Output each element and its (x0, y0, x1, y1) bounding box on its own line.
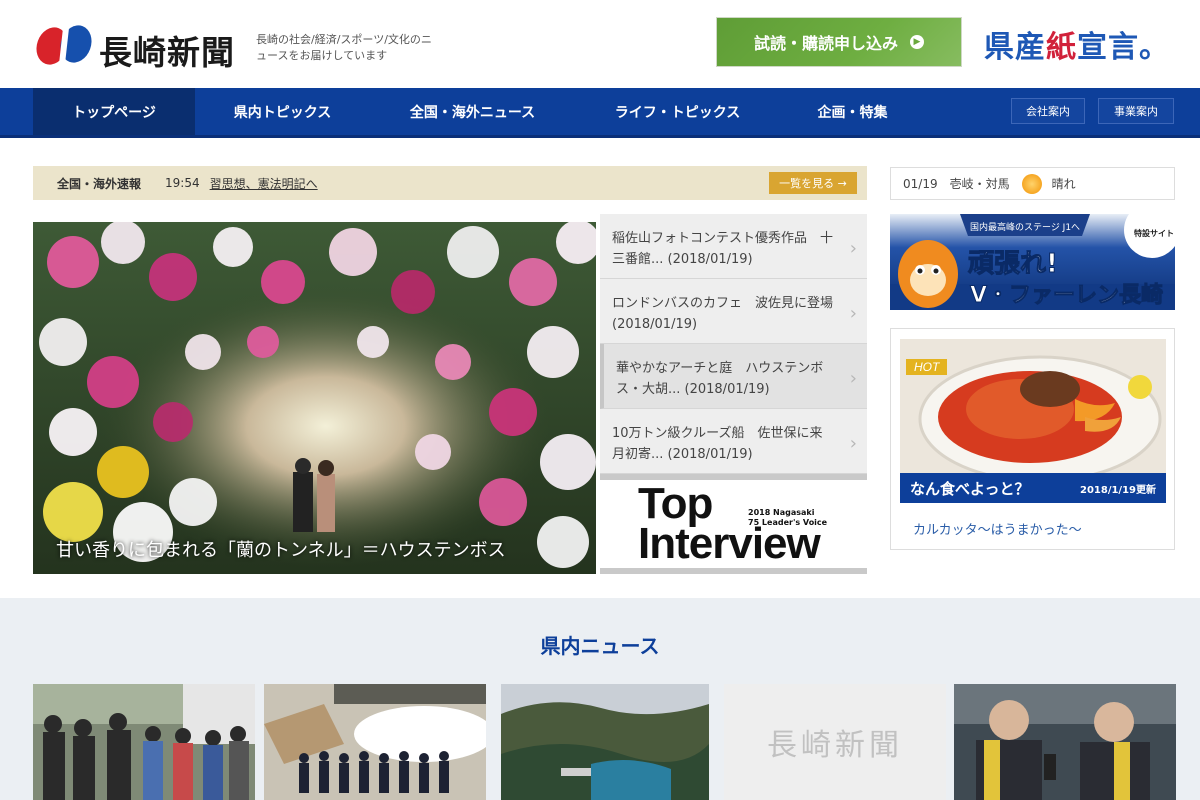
hot-feature-title-bar[interactable]: なん食べよっと？ 2018/1/19更新 (900, 473, 1166, 503)
nagasaki-shimbun-logo-icon[interactable] (33, 24, 95, 66)
breaking-news-time: 19:54 (165, 176, 200, 190)
weather-area: 壱岐・対馬 (949, 177, 1010, 191)
headline-list-item[interactable]: ロンドンバスのカフェ 波佐見に登場 (2018/01/19) › (600, 279, 867, 344)
news-thumbnail-placeholder[interactable]: 長崎新聞 (724, 684, 946, 800)
v-varen-top-text: 国内最高峰のステージ J1へ (970, 221, 1080, 233)
headline-title: 華やかなアーチと庭 ハウステンボス・大胡... (2018/01/19) (616, 361, 824, 397)
nav-item-top[interactable]: トップページ (33, 88, 195, 135)
breaking-news-headline[interactable]: 習思想、憲法明記へ (210, 175, 318, 192)
news-photo (33, 684, 255, 800)
chevron-right-icon: › (849, 433, 857, 454)
main-story-caption[interactable]: 甘い香りに包まれる「蘭のトンネル」＝ハウステンボス (56, 536, 506, 562)
site-tagline: 長崎の社会/経済/スポーツ/文化のニュースをお届けしています (256, 33, 432, 62)
play-arrow-icon: ▶ (910, 35, 924, 49)
hot-feature-box: HOT なん食べよっと？ 2018/1/19更新 カルカッタ〜はうまかった〜 (890, 328, 1175, 550)
see-all-button[interactable]: 一覧を見る → (769, 172, 857, 194)
main-nav: トップページ 県内トピックス 全国・海外ニュース ライフ・トピックス 企画・特集… (0, 88, 1200, 138)
section-title: 県内ニュース (540, 634, 660, 658)
headline-title: 10万トン級クルーズ船 佐世保に来月初寄... (2018/01/19) (612, 426, 823, 462)
top-interview-banner[interactable]: Top Interview 2018 Nagasaki 75 Leader's Vo… (600, 474, 867, 574)
site-header: 長崎新聞 長崎の社会/経済/スポーツ/文化のニュースをお届けしています 試読・購… (0, 0, 1200, 88)
kensan-shi-sengen-banner[interactable]: 県産紙宣言。 (984, 22, 1170, 66)
subscribe-button-label: 試読・購読申し込み (753, 34, 898, 53)
kensan-text-1: 県産 (984, 30, 1046, 65)
kensan-text-3: 宣言。 (1077, 30, 1170, 65)
v-varen-banner[interactable]: 国内最高峰のステージ J1へ 特設サイト! 頑張れ! V・ファーレン長崎 (890, 214, 1175, 310)
headline-list-item[interactable]: 10万トン級クルーズ船 佐世保に来月初寄... (2018/01/19) › (600, 409, 867, 474)
weather-date: 01/19 (903, 176, 938, 191)
headline-list-item[interactable]: 稲佐山フォトコンテスト優秀作品 十三番館... (2018/01/19) › (600, 214, 867, 279)
hot-feature-image[interactable]: HOT (900, 339, 1166, 473)
hot-feature-date: 2018/1/19更新 (1079, 485, 1156, 496)
nav-item-national-news[interactable]: 全国・海外ニュース (370, 88, 575, 135)
news-thumbnail[interactable] (33, 684, 255, 800)
nav-item-features[interactable]: 企画・特集 (780, 88, 925, 135)
top-interview-sub1: 2018 Nagasaki (748, 508, 815, 517)
v-varen-headline-1: 頑張れ! (968, 249, 1058, 279)
headline-title: ロンドンバスのカフェ 波佐見に登場 (2018/01/19) (612, 296, 834, 332)
news-thumbnail[interactable] (954, 684, 1176, 800)
news-thumbnail[interactable] (264, 684, 486, 800)
weather-widget[interactable]: 01/19 壱岐・対馬 晴れ (890, 167, 1175, 200)
chevron-right-icon: › (849, 238, 857, 259)
hot-badge: HOT (906, 359, 948, 375)
top-interview-sub2: 75 Leader's Voice (748, 518, 828, 527)
chevron-right-icon: › (849, 368, 857, 389)
v-varen-headline-2: V・ファーレン長崎 (970, 283, 1163, 308)
weather-condition: 晴れ (1051, 177, 1076, 191)
kensan-text-2: 紙 (1046, 30, 1077, 65)
business-info-button[interactable]: 事業案内 (1098, 98, 1174, 124)
placeholder-logo-text: 長崎新聞 (767, 728, 903, 763)
hot-feature-link[interactable]: カルカッタ〜はうまかった〜 (913, 519, 1082, 538)
main-story-photo[interactable] (33, 222, 596, 574)
news-thumbnail[interactable] (501, 684, 723, 800)
headline-list-item[interactable]: 華やかなアーチと庭 ハウステンボス・大胡... (2018/01/19) › (600, 344, 867, 409)
sun-icon (1021, 173, 1042, 194)
chevron-right-icon: › (849, 303, 857, 324)
nav-item-prefecture-topics[interactable]: 県内トピックス (195, 88, 370, 135)
headline-list: 稲佐山フォトコンテスト優秀作品 十三番館... (2018/01/19) › ロ… (600, 214, 867, 474)
subscribe-button[interactable]: 試読・購読申し込み ▶ (716, 17, 962, 67)
hot-feature-title: なん食べよっと？ (910, 480, 1030, 498)
orchid-tunnel-image (33, 222, 596, 574)
site-logo-text[interactable]: 長崎新聞 (99, 26, 235, 74)
company-info-button[interactable]: 会社案内 (1011, 98, 1085, 124)
top-interview-subtitle: 2018 Nagasaki 75 Leader's Voice (748, 508, 827, 528)
breaking-news-label: 全国・海外速報 (57, 176, 142, 191)
v-varen-tag-text: 特設サイト! (1134, 228, 1175, 238)
news-photo (501, 684, 709, 800)
news-photo (264, 684, 486, 800)
breaking-news-bar: 全国・海外速報 19:54 習思想、憲法明記へ 一覧を見る → (33, 166, 867, 200)
v-varen-banner-image: 国内最高峰のステージ J1へ 特設サイト! 頑張れ! V・ファーレン長崎 (890, 214, 1175, 310)
headline-title: 稲佐山フォトコンテスト優秀作品 十三番館... (2018/01/19) (612, 231, 834, 267)
nav-item-life-topics[interactable]: ライフ・トピックス (575, 88, 780, 135)
news-photo (954, 684, 1176, 800)
